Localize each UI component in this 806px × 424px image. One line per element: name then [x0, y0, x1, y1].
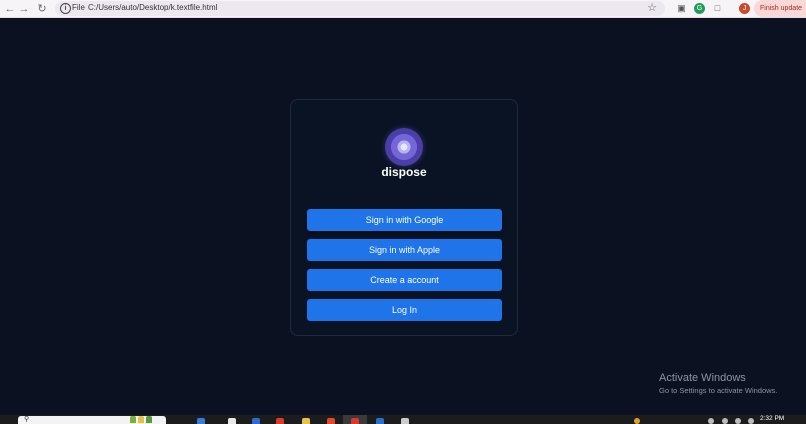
finish-update-button[interactable]: Finish update — [754, 0, 806, 17]
create-account-button[interactable]: Create a account — [307, 269, 502, 291]
taskbar-clock[interactable]: 2:32 PM — [760, 415, 784, 423]
extensions-puzzle-icon[interactable]: □ — [712, 3, 723, 14]
sign-in-apple-button[interactable]: Sign in with Apple — [307, 239, 502, 261]
browser-toolbar: ← → ↻ i File C:/Users/auto/Desktop/k.tex… — [0, 0, 806, 18]
taskbar-app-icon[interactable] — [401, 418, 409, 424]
taskbar-app-icon[interactable] — [197, 418, 205, 424]
log-in-button[interactable]: Log In — [307, 299, 502, 321]
profile-avatar-icon[interactable]: J — [739, 3, 750, 14]
url-text[interactable]: C:/Users/auto/Desktop/k.textfile.html — [88, 2, 217, 14]
windows-taskbar: ⚲ 2:32 PM — [0, 415, 806, 424]
tray-icon[interactable] — [748, 418, 754, 424]
back-arrow-icon[interactable]: ← — [3, 2, 17, 16]
sign-in-google-button[interactable]: Sign in with Google — [307, 209, 502, 231]
forward-arrow-icon[interactable]: → — [17, 2, 31, 16]
info-icon[interactable]: i — [60, 3, 71, 14]
cast-icon[interactable]: ▣ — [676, 3, 687, 14]
taskbar-chrome-icon[interactable] — [351, 418, 359, 424]
taskbar-edge-icon[interactable] — [252, 418, 260, 424]
watermark-title: Activate Windows — [659, 372, 746, 384]
scheme-label: File — [72, 3, 85, 12]
search-icon: ⚲ — [24, 416, 30, 423]
tray-icon[interactable] — [708, 418, 714, 424]
watermark-subtitle: Go to Settings to activate Windows. — [659, 386, 778, 395]
weather-icon[interactable] — [634, 418, 640, 424]
sign-in-card: dispose Sign in with Google Sign in with… — [290, 99, 518, 336]
bookmark-star-icon[interactable]: ☆ — [647, 1, 657, 16]
tray-icon[interactable] — [735, 418, 741, 424]
tray-icon[interactable] — [722, 418, 728, 424]
brand-name: dispose — [381, 165, 427, 179]
dispose-logo-icon — [385, 128, 423, 166]
activate-windows-watermark: Activate Windows Go to Settings to activ… — [659, 372, 777, 396]
grammarly-extension-icon[interactable]: G — [694, 3, 705, 14]
taskbar-app-icon[interactable] — [276, 418, 284, 424]
taskbar-app-icon[interactable] — [376, 418, 384, 424]
taskbar-app-icon[interactable] — [327, 418, 335, 424]
taskbar-active-app[interactable] — [343, 415, 367, 424]
address-bar[interactable]: i File C:/Users/auto/Desktop/k.textfile.… — [55, 1, 665, 16]
search-highlight-icon — [130, 415, 162, 423]
taskbar-folder-icon[interactable] — [302, 418, 310, 424]
taskbar-file-icon[interactable] — [228, 418, 236, 424]
reload-icon[interactable]: ↻ — [35, 2, 49, 16]
